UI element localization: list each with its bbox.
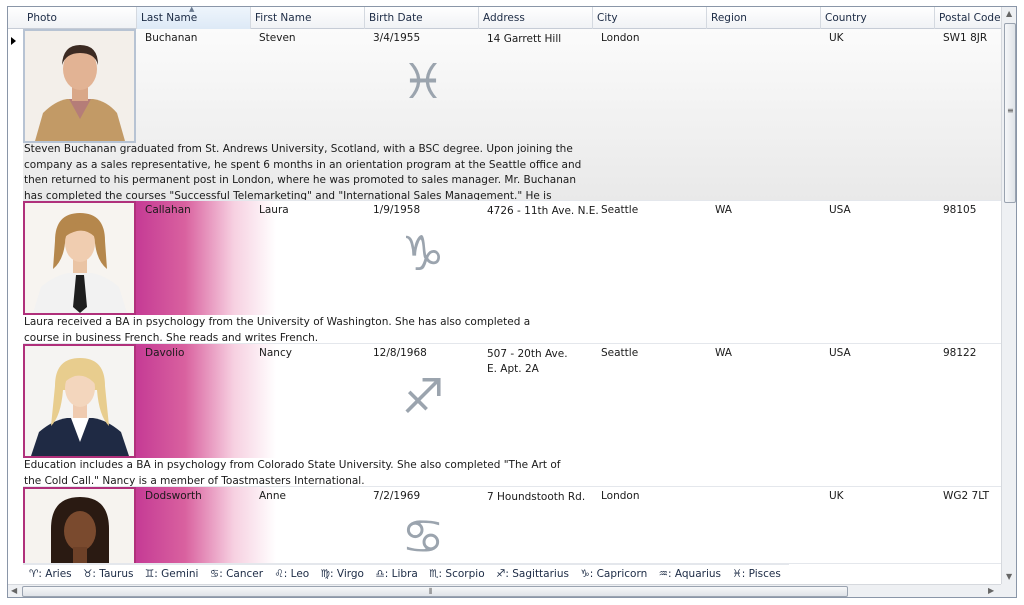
row-indicator-arrow-icon <box>11 37 16 45</box>
cell-birth-date[interactable]: 12/8/1968 <box>373 347 427 359</box>
legend-item-gemini: ♊: Gemini <box>144 568 199 580</box>
cell-city[interactable]: Seattle <box>601 204 638 216</box>
cell-city[interactable]: London <box>601 32 640 44</box>
cell-address[interactable]: 4726 - 11th Ave. N.E. <box>487 204 599 219</box>
legend-item-scorpio: ♏: Scorpio <box>429 568 485 580</box>
scrollbar-corner <box>1001 584 1016 597</box>
row-accent-gradient <box>136 344 276 458</box>
scroll-down-arrow-icon[interactable]: ▼ <box>1006 572 1012 581</box>
row-accent-gradient <box>136 201 276 315</box>
cell-last-name[interactable]: Davolio <box>145 347 184 359</box>
table-row[interactable]: Davolio Nancy 12/8/1968 507 - 20th Ave. … <box>23 344 1001 487</box>
cell-birth-date[interactable]: 7/2/1969 <box>373 490 420 502</box>
legend-item-cancer: ♋: Cancer <box>209 568 264 580</box>
grid-body: Photo ▲ Last Name First Name Birth Date … <box>8 7 1001 584</box>
header-city[interactable]: City <box>593 7 707 29</box>
vertical-scrollbar[interactable]: ▲ ≡ ▼ <box>1001 7 1016 584</box>
photo-portrait-icon <box>25 346 134 456</box>
photo-portrait-icon <box>25 489 134 563</box>
scroll-left-arrow-icon[interactable]: ◀ <box>11 586 17 595</box>
header-last-name[interactable]: ▲ Last Name <box>137 7 251 29</box>
sagittarius-zodiac-icon: ♐ <box>401 369 445 425</box>
cell-region[interactable]: WA <box>715 347 732 359</box>
legend-item-taurus: ♉: Taurus <box>82 568 134 580</box>
legend-item-sagittarius: ♐: Sagittarius <box>495 568 569 580</box>
cell-country[interactable]: UK <box>829 32 844 44</box>
cell-first-name[interactable]: Laura <box>259 204 289 216</box>
cell-first-name[interactable]: Anne <box>259 490 286 502</box>
legend-item-virgo: ♍: Virgo <box>320 568 364 580</box>
table-row[interactable]: Callahan Laura 1/9/1958 4726 - 11th Ave.… <box>23 201 1001 344</box>
cell-last-name[interactable]: Callahan <box>145 204 191 216</box>
scroll-right-arrow-icon[interactable]: ▶ <box>988 586 994 595</box>
photo-portrait-icon <box>25 203 134 313</box>
cell-address[interactable]: 7 Houndstooth Rd. <box>487 490 599 505</box>
cell-first-name[interactable]: Nancy <box>259 347 292 359</box>
pisces-zodiac-icon: ♓ <box>401 54 445 110</box>
legend-item-aries: ♈: Aries <box>29 568 72 580</box>
vertical-scroll-thumb[interactable]: ≡ <box>1004 23 1016 203</box>
cell-country[interactable]: USA <box>829 204 851 216</box>
employee-grid: Photo ▲ Last Name First Name Birth Date … <box>7 6 1017 598</box>
header-photo[interactable]: Photo <box>23 7 137 29</box>
employee-photo <box>23 344 136 458</box>
horizontal-scrollbar[interactable]: ◀ ⦀ ▶ <box>8 584 1001 597</box>
cell-region[interactable]: WA <box>715 204 732 216</box>
employee-photo <box>23 201 136 315</box>
employee-notes: Steven Buchanan graduated from St. Andre… <box>24 143 582 201</box>
cell-city[interactable]: Seattle <box>601 347 638 359</box>
cell-birth-date[interactable]: 1/9/1958 <box>373 204 420 216</box>
header-first-name[interactable]: First Name <box>251 7 365 29</box>
cell-address[interactable]: 14 Garrett Hill <box>487 32 597 47</box>
cell-postal-code[interactable]: SW1 8JR <box>943 32 987 44</box>
header-postal-code[interactable]: Postal Code <box>935 7 1001 29</box>
employee-photo <box>23 29 136 143</box>
scroll-up-arrow-icon[interactable]: ▲ <box>1006 9 1012 18</box>
cell-postal-code[interactable]: 98105 <box>943 204 976 216</box>
legend-item-capricorn: ♑: Capricorn <box>580 568 648 580</box>
grip-icon: ⦀ <box>429 587 433 596</box>
legend-item-leo: ♌: Leo <box>274 568 310 580</box>
zodiac-legend: ♈: Aries ♉: Taurus ♊: Gemini ♋: Cancer ♌… <box>23 564 789 584</box>
header-country[interactable]: Country <box>821 7 935 29</box>
horizontal-scroll-thumb[interactable]: ⦀ <box>22 586 848 597</box>
capricorn-zodiac-icon: ♑ <box>401 226 445 282</box>
cell-country[interactable]: USA <box>829 347 851 359</box>
photo-portrait-icon <box>25 31 134 141</box>
employee-notes: Education includes a BA in psychology fr… <box>24 459 561 487</box>
header-last-name-label: Last Name <box>141 12 198 24</box>
cancer-zodiac-icon: ♋ <box>401 509 445 564</box>
cell-birth-date[interactable]: 3/4/1955 <box>373 32 420 44</box>
cell-address[interactable]: 507 - 20th Ave. E. Apt. 2A <box>487 347 579 377</box>
cell-first-name[interactable]: Steven <box>259 32 296 44</box>
table-row[interactable]: Dodsworth Anne 7/2/1969 7 Houndstooth Rd… <box>23 487 1001 564</box>
cell-last-name[interactable]: Dodsworth <box>145 490 202 502</box>
legend-item-libra: ♎: Libra <box>375 568 418 580</box>
cell-city[interactable]: London <box>601 490 640 502</box>
grip-icon: ≡ <box>1007 106 1014 115</box>
legend-item-aquarius: ♒: Aquarius <box>658 568 721 580</box>
cell-last-name[interactable]: Buchanan <box>145 32 197 44</box>
legend-item-pisces: ♓: Pisces <box>732 568 781 580</box>
header-region[interactable]: Region <box>707 7 821 29</box>
header-address[interactable]: Address <box>479 7 593 29</box>
cell-country[interactable]: UK <box>829 490 844 502</box>
table-row[interactable]: Buchanan Steven 3/4/1955 14 Garrett Hill… <box>23 29 1001 201</box>
sort-ascending-icon: ▲ <box>189 7 195 13</box>
employee-notes: Laura received a BA in psychology from t… <box>24 316 531 344</box>
row-indicator-column <box>8 29 23 584</box>
column-header-row: Photo ▲ Last Name First Name Birth Date … <box>8 7 1001 29</box>
cell-postal-code[interactable]: 98122 <box>943 347 976 359</box>
header-birth-date[interactable]: Birth Date <box>365 7 479 29</box>
cell-postal-code[interactable]: WG2 7LT <box>943 490 989 502</box>
employee-photo <box>23 487 136 563</box>
